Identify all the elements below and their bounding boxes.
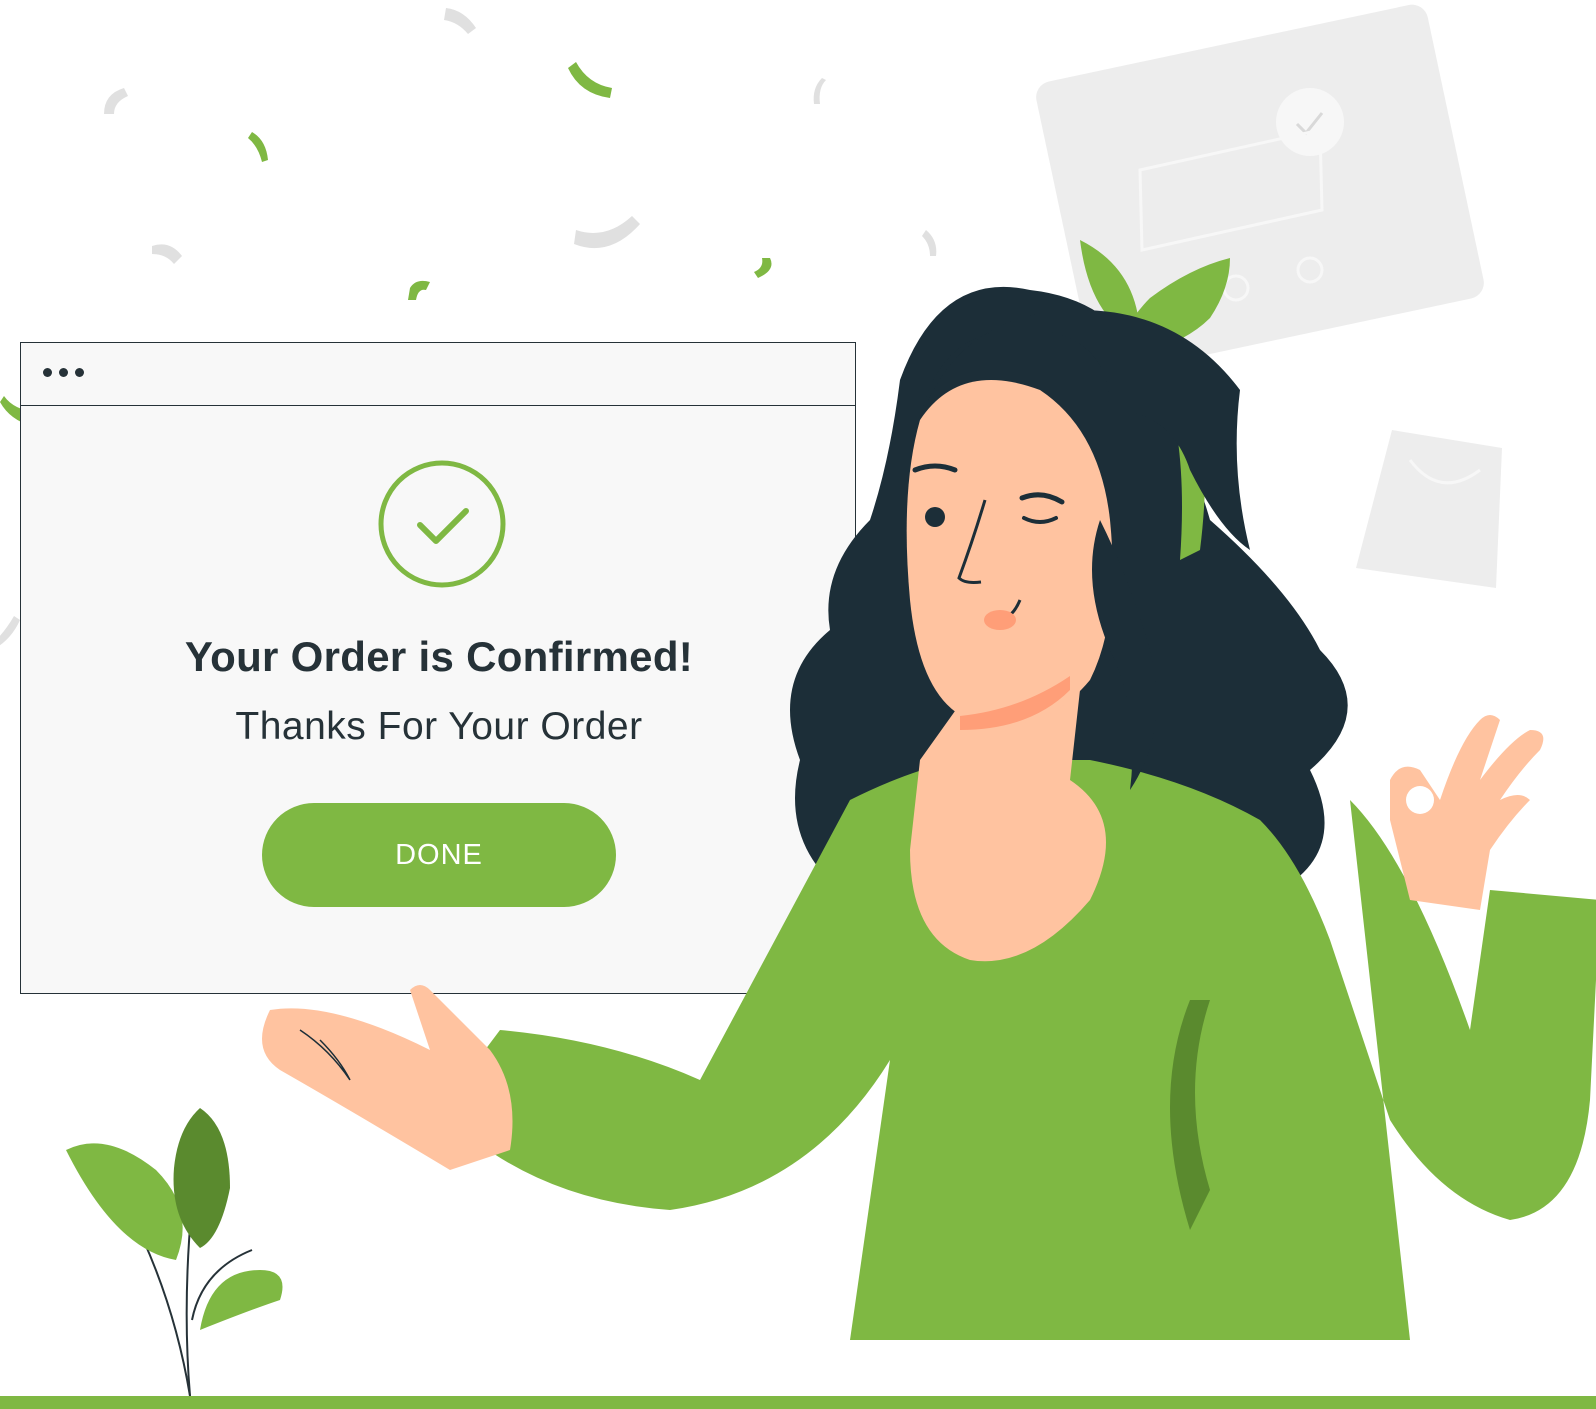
order-confirmation-scene: Your Order is Confirmed! Thanks For Your…	[0, 0, 1596, 1409]
ground-strip	[0, 1396, 1596, 1409]
plant-illustration	[66, 1108, 283, 1397]
